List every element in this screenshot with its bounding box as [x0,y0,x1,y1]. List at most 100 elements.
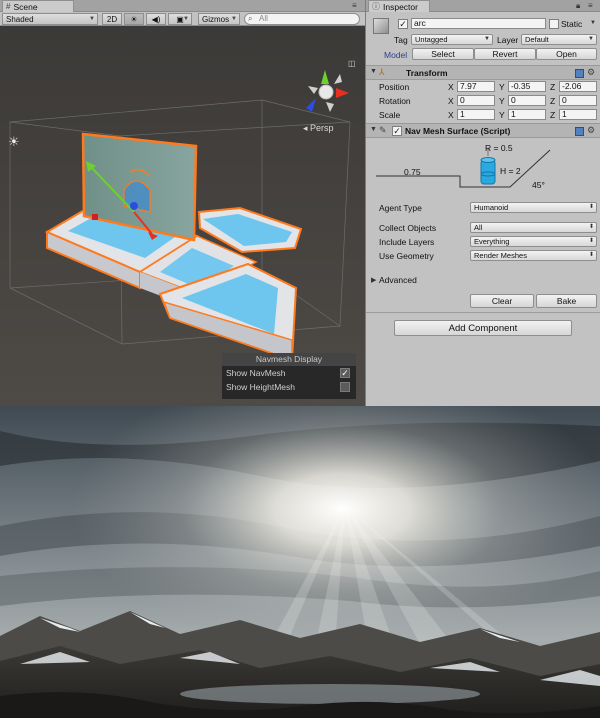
transform-header[interactable]: ▼ ⅄ Transform ⚙ [366,65,600,80]
scene-viewport[interactable]: ◫ ◂ Persp ☀ Navmesh Display Show NavMesh… [0,26,365,406]
inspector-panel: ⓘ Inspector 🔒︎ ≡ ✓ arc Static ▼ Tag Unta… [365,0,600,406]
model-open-button[interactable]: Open [536,48,597,60]
static-label: Static [561,19,583,29]
panel-menu-icon[interactable]: ≡ [352,1,357,10]
scale-z-value: 1 [562,109,567,119]
position-label: Position [379,82,410,92]
sun-toggle-icon: ☀ [130,14,138,24]
position-z-field[interactable]: -2.06 [559,81,597,92]
collect-objects-value: All [474,223,483,232]
collect-objects-dropdown[interactable]: All ⬍ [470,222,597,233]
model-select-label: Select [431,49,455,59]
speaker-icon: ◀) [151,14,161,24]
persp-text: Persp [310,123,334,133]
object-name-value: arc [414,18,426,28]
transform-title: Transform [406,68,448,78]
layer-label: Layer [497,35,519,45]
help-book-icon[interactable] [575,69,584,78]
lighting-toggle[interactable]: ☀ [124,13,144,25]
rotation-z-field[interactable]: 0 [559,95,597,106]
agent-type-dropdown[interactable]: Humanoid ⬍ [470,202,597,213]
tab-inspector[interactable]: ⓘ Inspector [368,0,430,12]
agent-diagram-shape [376,148,551,188]
layer-dropdown[interactable]: Default ▼ [521,34,597,45]
2d-toggle[interactable]: 2D [102,13,122,25]
include-layers-dropdown[interactable]: Everything ⬍ [470,236,597,247]
help-book-icon[interactable] [575,127,584,136]
tag-dropdown[interactable]: Untagged ▼ [411,34,493,45]
chevron-down-icon: ▼ [484,36,490,42]
chevron-down-icon: ▼ [89,16,95,22]
rotation-z-value: 0 [562,95,567,105]
landscape-render-image [0,406,600,718]
audio-toggle[interactable]: ◀) [146,13,166,25]
include-layers-value: Everything [474,237,510,246]
tab-scene[interactable]: # Scene [2,0,74,12]
scene-search-input[interactable]: ⌕ All [244,13,360,25]
clear-button-label: Clear [491,296,513,306]
gizmos-dropdown[interactable]: Gizmos ▼ [198,13,240,25]
position-z-value: -2.06 [562,81,582,91]
use-geometry-dropdown[interactable]: Render Meshes ⬍ [470,250,597,261]
position-z-label: Z [550,82,556,92]
layer-value: Default [525,35,549,44]
shading-mode-dropdown[interactable]: Shaded ▼ [2,13,98,25]
add-component-button[interactable]: Add Component [394,320,572,336]
collect-objects-label: Collect Objects [379,223,437,233]
inspector-tabstrip: ⓘ Inspector 🔒︎ ≡ [366,0,600,12]
scale-y-field[interactable]: 1 [508,109,546,120]
show-heightmesh-checkbox[interactable] [340,382,350,392]
lock-icon[interactable]: 🔒︎ [576,1,580,11]
position-x-field[interactable]: 7.97 [457,81,495,92]
rotation-y-field[interactable]: 0 [508,95,546,106]
shading-mode-label: Shaded [6,14,34,24]
grid-icon: # [6,2,11,11]
bake-button[interactable]: Bake [536,294,597,308]
tag-label: Tag [394,35,408,45]
bake-button-label: Bake [556,296,577,306]
navmesh-surface-header[interactable]: ▼ ✎ ✓ Nav Mesh Surface (Script) ⚙ [366,123,600,138]
chevron-down-icon[interactable]: ▼ [590,20,598,26]
object-name-field[interactable]: arc [411,18,546,29]
panel-menu-icon[interactable]: ≡ [588,1,593,10]
show-heightmesh-row: Show HeightMesh [222,380,356,394]
navmesh-surface-enabled-checkbox[interactable]: ✓ [392,126,402,136]
rotation-x-field[interactable]: 0 [457,95,495,106]
navmesh-surface-title: Nav Mesh Surface (Script) [405,126,511,136]
foldout-closed-icon[interactable]: ▶ [371,276,376,284]
model-revert-button[interactable]: Revert [474,48,536,60]
gizmos-label: Gizmos [202,14,230,24]
position-x-label: X [448,82,454,92]
use-geometry-label: Use Geometry [379,251,434,261]
scene-tabstrip: # Scene ≡ [0,0,365,12]
scale-x-label: X [448,110,454,120]
scale-y-label: Y [499,110,505,120]
scale-x-field[interactable]: 1 [457,109,495,120]
scale-x-value: 1 [460,109,465,119]
chevron-down-icon: ▼ [588,36,594,42]
clear-button[interactable]: Clear [470,294,534,308]
gear-icon[interactable]: ⚙ [587,125,595,136]
scale-z-field[interactable]: 1 [559,109,597,120]
model-select-button[interactable]: Select [412,48,474,60]
show-navmesh-checkbox[interactable]: ✓ [340,368,350,378]
include-layers-label: Include Layers [379,237,435,247]
static-checkbox[interactable] [549,19,559,29]
position-y-field[interactable]: -0.35 [508,81,546,92]
pin-icon[interactable]: ◫ [348,59,356,68]
scale-y-value: 1 [511,109,516,119]
foldout-open-icon: ▼ [370,126,377,133]
rotation-x-label: X [448,96,454,106]
advanced-foldout[interactable]: Advanced [379,275,417,285]
gear-icon[interactable]: ⚙ [587,67,595,78]
agent-radius-label: R = 0.5 [485,143,513,153]
chevron-updown-icon: ⬍ [588,252,594,258]
scene-toolbar: Shaded ▼ 2D ☀ ◀) ▣ ▼ Gizmos ▼ ⌕ All [0,12,365,26]
info-icon: ⓘ [372,2,380,11]
object-active-checkbox[interactable]: ✓ [398,19,408,29]
max-slope-label: 45° [532,180,545,190]
chevron-updown-icon: ⬍ [588,224,594,230]
persp-label[interactable]: ◂ Persp [303,123,334,134]
landscape-render [0,406,600,718]
effects-dropdown[interactable]: ▣ ▼ [168,13,192,25]
